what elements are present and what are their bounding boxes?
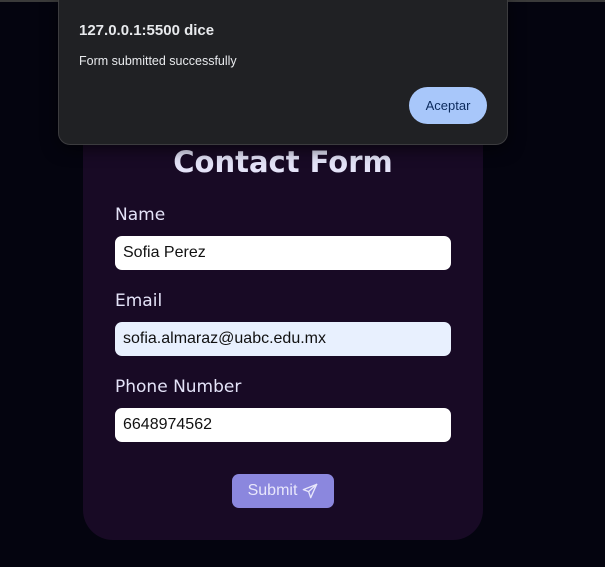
alert-dialog: 127.0.0.1:5500 dice Form submitted succe… [58, 0, 508, 145]
contact-form-card: Contact Form Name Email Phone Number Sub… [83, 100, 483, 540]
name-label: Name [115, 205, 166, 225]
form-title: Contact Form [173, 145, 393, 179]
phone-number-label: Phone Number [115, 377, 242, 397]
name-input[interactable] [115, 236, 451, 270]
phone-number-input[interactable] [115, 408, 451, 442]
alert-message: Form submitted successfully [79, 54, 237, 68]
alert-origin: 127.0.0.1:5500 dice [79, 22, 215, 39]
alert-accept-button[interactable]: Aceptar [409, 87, 487, 124]
email-label: Email [115, 291, 163, 311]
submit-label: Submit [247, 482, 298, 499]
paper-plane-icon [303, 483, 318, 499]
email-input[interactable] [115, 322, 451, 356]
submit-button[interactable]: Submit [232, 474, 334, 508]
